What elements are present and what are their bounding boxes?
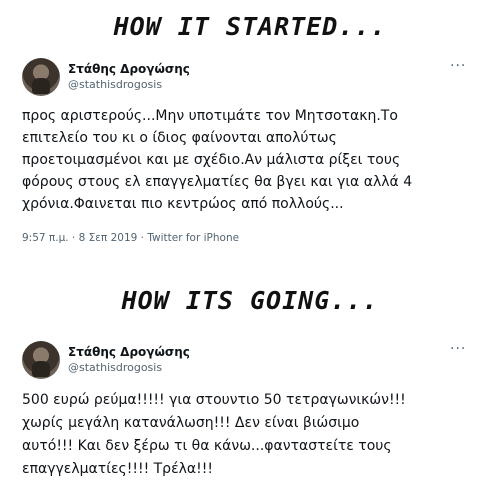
how-its-going-heading: HOW ITS GOING... [121,286,379,315]
more-options-icon[interactable]: ··· [450,341,466,357]
tweet-line: χωρίς μεγάλη κατανάλωση!!! Δεν είναι βιώ… [22,415,360,431]
author-handle[interactable]: @stathisdrogosis [68,361,162,374]
tweet-line: αυτό!!! Και δεν ξέρω τι θα κάνω...φαντασ… [22,438,392,454]
tweet-line: προετοιμασμένοι και με σχέδιο.Αν μάλιστα… [22,152,401,168]
tweet-line: 500 ευρώ ρεύμα!!!!! για στουντιο 50 τετρ… [22,392,406,408]
tweet-line: προς αριστερούς...Μην υποτιμάτε τον Μητσ… [22,108,398,124]
more-options-icon[interactable]: ··· [450,58,466,74]
tweet-line: επιτελείο του κι ο ίδιος φαίνονται απολύ… [22,130,337,146]
tweet-text: 500 ευρώ ρεύμα!!!!! για στουντιο 50 τετρ… [22,389,484,481]
author-handle[interactable]: @stathisdrogosis [68,78,162,91]
avatar[interactable] [22,58,60,96]
tweet-line: επαγγελματίες!!!! Τρέλα!!! [22,461,213,477]
avatar[interactable] [22,341,60,379]
author-name[interactable]: Στάθης Δρογώσης [68,345,190,359]
tweet-timestamp[interactable]: 9:57 π.μ. · 8 Σεπ 2019 · Twitter for iPh… [22,232,239,244]
tweet-line: χρόνια.Φαινεται πιο κεντρώος από πολλούς… [22,196,344,212]
tweet-text: προς αριστερούς...Μην υποτιμάτε τον Μητσ… [22,105,484,215]
how-it-started-heading: HOW IT STARTED... [113,12,387,41]
tweet-line: φόρους στους ελ επαγγελματίες θα βγει κα… [22,174,413,190]
author-name[interactable]: Στάθης Δρογώσης [68,62,190,76]
